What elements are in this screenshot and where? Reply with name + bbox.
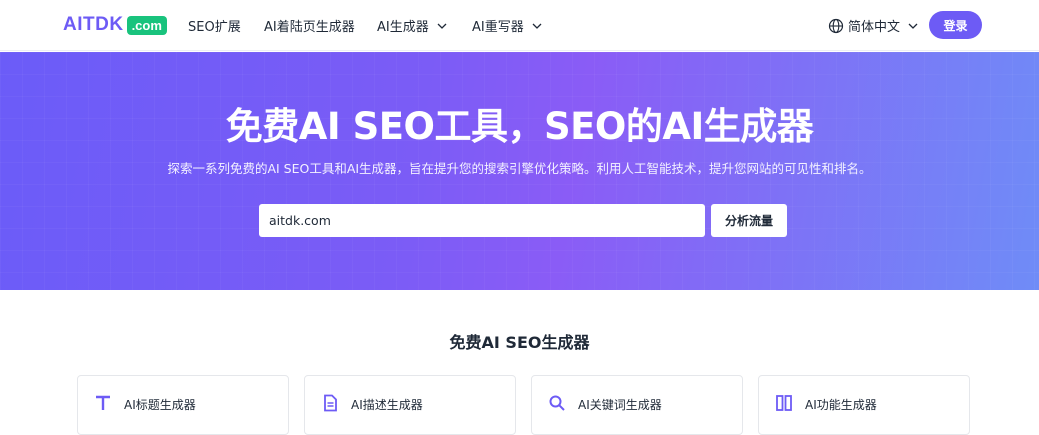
nav-item-ai-landing-page[interactable]: AI着陆页生成器 <box>264 16 355 35</box>
tool-card-feature-generator[interactable]: AI功能生成器 <box>758 375 970 435</box>
hero-title: 免费AI SEO工具，SEO的AI生成器 <box>225 105 814 148</box>
tool-card-label: AI描述生成器 <box>351 398 423 412</box>
document-icon <box>324 394 337 412</box>
nav-item-label: SEO扩展 <box>188 20 241 35</box>
text-t-icon <box>96 395 110 410</box>
nav-item-ai-generator[interactable]: AI生成器 <box>377 16 447 35</box>
chevron-down-icon <box>437 23 447 29</box>
grid-icon <box>776 395 792 411</box>
nav-item-ai-rewriter[interactable]: AI重写器 <box>472 16 542 35</box>
hero-subtitle: 探索一系列免费的AI SEO工具和AI生成器，旨在提升您的搜索引擎优化策略。利用… <box>167 161 872 176</box>
logo-text: AITDK <box>63 14 124 35</box>
nav-item-label: AI生成器 <box>377 20 429 35</box>
chevron-down-icon <box>532 23 542 29</box>
section-title: 免费AI SEO生成器 <box>449 333 590 352</box>
nav-item-label: AI重写器 <box>472 20 524 35</box>
analyze-traffic-button[interactable]: 分析流量 <box>711 204 787 237</box>
language-label: 简体中文 <box>848 20 901 35</box>
hero-banner: 免费AI SEO工具，SEO的AI生成器 探索一系列免费的AI SEO工具和AI… <box>0 52 1039 290</box>
search-icon <box>549 395 565 411</box>
tool-card-keyword-generator[interactable]: AI关键词生成器 <box>531 375 743 435</box>
top-navbar: AITDK .com SEO扩展 AI着陆页生成器 AI生成器 AI重写器 简体… <box>0 0 1039 51</box>
tool-card-label: AI关键词生成器 <box>578 398 662 412</box>
domain-search-input[interactable] <box>259 204 705 237</box>
tool-card-description-generator[interactable]: AI描述生成器 <box>304 375 516 435</box>
logo-badge: .com <box>126 15 167 35</box>
nav-item-seo-extension[interactable]: SEO扩展 <box>188 16 241 35</box>
login-button[interactable]: 登录 <box>929 11 982 39</box>
language-selector[interactable]: 简体中文 <box>828 16 922 35</box>
globe-icon <box>828 18 844 33</box>
nav-item-label: AI着陆页生成器 <box>264 20 355 35</box>
tool-card-label: AI标题生成器 <box>124 398 196 412</box>
logo[interactable]: AITDK .com <box>63 14 167 36</box>
tool-card-title-generator[interactable]: AI标题生成器 <box>77 375 289 435</box>
chevron-down-icon <box>908 23 918 29</box>
tool-card-label: AI功能生成器 <box>805 398 877 412</box>
